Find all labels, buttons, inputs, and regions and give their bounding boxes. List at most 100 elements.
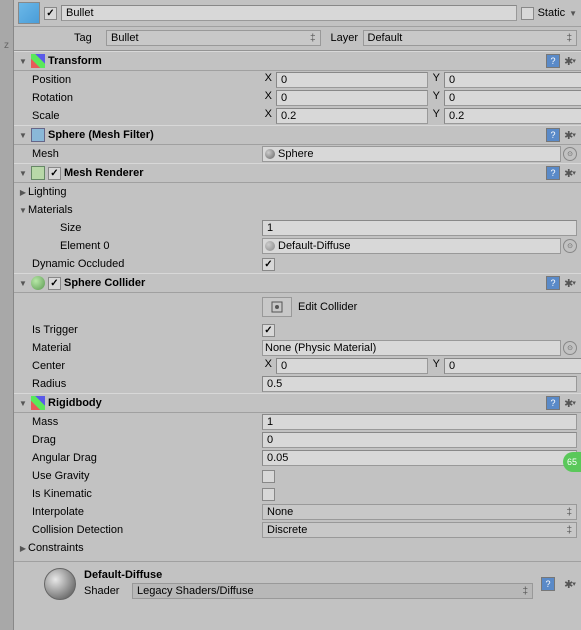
- gear-icon[interactable]: [563, 276, 577, 290]
- spherecollider-header: Sphere Collider ?: [14, 273, 581, 293]
- mesh-object-icon: [265, 149, 275, 159]
- use-gravity-label: Use Gravity: [32, 470, 262, 482]
- rotation-label: Rotation: [32, 92, 262, 104]
- static-dropdown-arrow[interactable]: ▼: [569, 9, 577, 18]
- is-kinematic-checkbox[interactable]: [262, 488, 275, 501]
- edit-collider-button[interactable]: [262, 297, 292, 317]
- element0-label: Element 0: [46, 240, 262, 252]
- use-gravity-row: Use Gravity: [14, 467, 581, 485]
- layer-label: Layer: [325, 32, 359, 44]
- rotation-x[interactable]: [276, 90, 428, 106]
- materials-row: Materials: [14, 201, 581, 219]
- spherecollider-enabled-checkbox[interactable]: [48, 277, 61, 290]
- element0-row: Element 0 Default-Diffuse: [14, 237, 581, 255]
- shader-label: Shader: [84, 585, 126, 597]
- position-row: Position X Y Z: [14, 71, 581, 89]
- drag-input[interactable]: [262, 432, 577, 448]
- meshrenderer-title: Mesh Renderer: [64, 167, 543, 179]
- material-sphere-preview[interactable]: [44, 568, 76, 600]
- scale-x[interactable]: [276, 108, 428, 124]
- edit-collider-icon: [271, 301, 283, 313]
- meshfilter-title: Sphere (Mesh Filter): [48, 129, 543, 141]
- mass-row: Mass: [14, 413, 581, 431]
- physmat-row: Material None (Physic Material): [14, 339, 581, 357]
- interpolate-dropdown[interactable]: None: [262, 504, 577, 520]
- help-icon[interactable]: ?: [541, 577, 555, 591]
- rotation-y[interactable]: [444, 90, 581, 106]
- material-icon: [265, 241, 275, 251]
- size-label: Size: [46, 222, 262, 234]
- constraints-foldout[interactable]: [18, 543, 28, 553]
- tag-label: Tag: [74, 32, 102, 44]
- axis-z-label: z: [0, 40, 13, 51]
- center-y[interactable]: [444, 358, 581, 374]
- materials-foldout[interactable]: [18, 205, 28, 215]
- mass-input[interactable]: [262, 414, 577, 430]
- materials-size-row: Size: [14, 219, 581, 237]
- mesh-row: Mesh Sphere: [14, 145, 581, 163]
- scale-y[interactable]: [444, 108, 581, 124]
- position-label: Position: [32, 74, 262, 86]
- transform-header: Transform ?: [14, 51, 581, 71]
- gameobject-icon[interactable]: [18, 2, 40, 24]
- physmat-label: Material: [32, 342, 262, 354]
- transform-icon: [31, 54, 45, 68]
- tag-dropdown[interactable]: Bullet: [106, 30, 321, 46]
- lighting-foldout[interactable]: [18, 187, 28, 197]
- collision-detection-dropdown[interactable]: Discrete: [262, 522, 577, 538]
- transform-foldout[interactable]: [18, 56, 28, 66]
- drag-row: Drag: [14, 431, 581, 449]
- angular-drag-input[interactable]: [262, 450, 577, 466]
- is-trigger-row: Is Trigger: [14, 321, 581, 339]
- help-icon[interactable]: ?: [546, 166, 560, 180]
- static-checkbox[interactable]: [521, 7, 534, 20]
- collision-detection-label: Collision Detection: [32, 524, 262, 536]
- tag-layer-row: Tag Bullet Layer Default: [14, 27, 581, 51]
- gear-icon[interactable]: [563, 54, 577, 68]
- gameobject-enabled-checkbox[interactable]: [44, 7, 57, 20]
- help-icon[interactable]: ?: [546, 54, 560, 68]
- rigidbody-foldout[interactable]: [18, 398, 28, 408]
- gear-icon[interactable]: [563, 396, 577, 410]
- object-picker[interactable]: [563, 341, 577, 355]
- mesh-field[interactable]: Sphere: [262, 146, 561, 162]
- dynamic-occluded-checkbox[interactable]: [262, 258, 275, 271]
- meshrenderer-foldout[interactable]: [18, 168, 28, 178]
- help-icon[interactable]: ?: [546, 128, 560, 142]
- scale-row: Scale X Y Z: [14, 107, 581, 125]
- is-trigger-label: Is Trigger: [32, 324, 262, 336]
- static-label: Static: [538, 7, 566, 19]
- center-label: Center: [32, 360, 262, 372]
- layer-dropdown[interactable]: Default: [363, 30, 578, 46]
- physmat-field[interactable]: None (Physic Material): [262, 340, 561, 356]
- constraints-label: Constraints: [28, 542, 84, 554]
- interpolate-row: Interpolate None: [14, 503, 581, 521]
- use-gravity-checkbox[interactable]: [262, 470, 275, 483]
- is-kinematic-row: Is Kinematic: [14, 485, 581, 503]
- spherecollider-foldout[interactable]: [18, 278, 28, 288]
- inspector-panel: Static ▼ Tag Bullet Layer Default Transf…: [14, 0, 581, 606]
- materials-size-input[interactable]: [262, 220, 577, 236]
- meshrenderer-enabled-checkbox[interactable]: [48, 167, 61, 180]
- position-y[interactable]: [444, 72, 581, 88]
- radius-input[interactable]: [262, 376, 577, 392]
- material-preview: Default-Diffuse Shader Legacy Shaders/Di…: [14, 561, 581, 606]
- element0-field[interactable]: Default-Diffuse: [262, 238, 561, 254]
- meshfilter-foldout[interactable]: [18, 130, 28, 140]
- gear-icon[interactable]: [563, 128, 577, 142]
- help-icon[interactable]: ?: [546, 396, 560, 410]
- is-trigger-checkbox[interactable]: [262, 324, 275, 337]
- gear-icon[interactable]: [563, 166, 577, 180]
- help-icon[interactable]: ?: [546, 276, 560, 290]
- object-picker[interactable]: [563, 147, 577, 161]
- edit-collider-row: Edit Collider: [14, 293, 581, 321]
- radius-label: Radius: [32, 378, 262, 390]
- center-x[interactable]: [276, 358, 428, 374]
- object-picker[interactable]: [563, 239, 577, 253]
- angular-drag-label: Angular Drag: [32, 452, 262, 464]
- gameobject-name-input[interactable]: [61, 5, 517, 21]
- notification-badge[interactable]: 65: [563, 452, 581, 472]
- position-x[interactable]: [276, 72, 428, 88]
- shader-dropdown[interactable]: Legacy Shaders/Diffuse: [132, 583, 533, 599]
- gear-icon[interactable]: [563, 577, 577, 591]
